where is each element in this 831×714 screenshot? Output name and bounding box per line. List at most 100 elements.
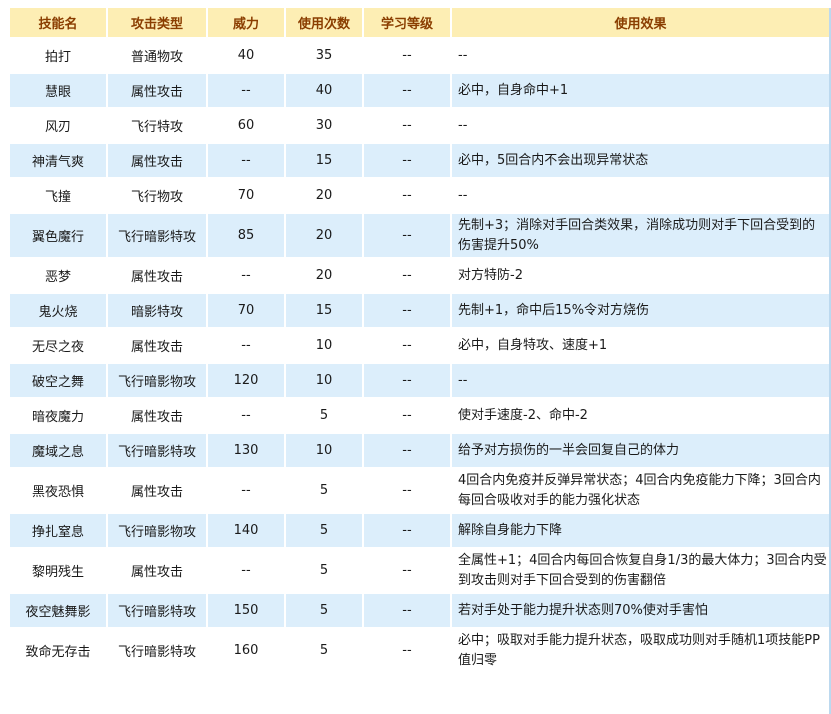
table-row: 神清气爽 属性攻击 -- 15 -- 必中，5回合内不会出现异常状态 [10,144,829,177]
effect-cell: -- [452,364,829,397]
learn-level-cell: -- [364,434,450,467]
effect-cell: 必中，自身特攻、速度+1 [452,329,829,362]
usage-count-cell: 10 [286,329,362,362]
power-cell: 70 [208,294,284,327]
table-row: 风刃 飞行特攻 60 30 -- -- [10,109,829,142]
effect-cell: 先制+3；消除对手回合类效果，消除成功则对手下回合受到的伤害提升50% [452,214,829,257]
attack-type-cell: 属性攻击 [108,74,206,107]
learn-level-cell: -- [364,629,450,672]
effect-cell: -- [452,179,829,212]
table-row: 拍打 普通物攻 40 35 -- -- [10,39,829,72]
usage-count-cell: 10 [286,364,362,397]
table-row: 致命无存击 飞行暗影特攻 160 5 -- 必中；吸取对手能力提升状态，吸取成功则对手随机… [10,629,829,672]
table-row: 翼色魔行 飞行暗影特攻 85 20 -- 先制+3；消除对手回合类效果，消除成功则对手下回… [10,214,829,257]
effect-cell: -- [452,109,829,142]
power-cell: 160 [208,629,284,672]
learn-level-cell: -- [364,179,450,212]
effect-cell: 若对手处于能力提升状态则70%使对手害怕 [452,594,829,627]
table-row: 魔域之息 飞行暗影特攻 130 10 -- 给予对方损伤的一半会回复自己的体力 [10,434,829,467]
power-cell: 140 [208,514,284,547]
skill-name-cell: 黑夜恐惧 [10,469,106,512]
learn-level-cell: -- [364,329,450,362]
power-cell: -- [208,329,284,362]
attack-type-cell: 属性攻击 [108,549,206,592]
usage-count-cell: 30 [286,109,362,142]
usage-count-cell: 5 [286,514,362,547]
header-power: 威力 [208,8,284,37]
effect-cell: 先制+1，命中后15%令对方烧伤 [452,294,829,327]
learn-level-cell: -- [364,144,450,177]
learn-level-cell: -- [364,74,450,107]
attack-type-cell: 飞行暗影物攻 [108,514,206,547]
skill-name-cell: 挣扎窒息 [10,514,106,547]
skill-name-cell: 暗夜魔力 [10,399,106,432]
usage-count-cell: 20 [286,259,362,292]
learn-level-cell: -- [364,594,450,627]
usage-count-cell: 40 [286,74,362,107]
effect-cell: 给予对方损伤的一半会回复自己的体力 [452,434,829,467]
attack-type-cell: 飞行暗影特攻 [108,214,206,257]
header-attack-type: 攻击类型 [108,8,206,37]
effect-cell: 全属性+1；4回合内每回合恢复自身1/3的最大体力；3回合内受到攻击则对手下回合… [452,549,829,592]
learn-level-cell: -- [364,469,450,512]
skill-name-cell: 飞撞 [10,179,106,212]
attack-type-cell: 属性攻击 [108,144,206,177]
learn-level-cell: -- [364,214,450,257]
power-cell: -- [208,469,284,512]
usage-count-cell: 5 [286,549,362,592]
attack-type-cell: 暗影特攻 [108,294,206,327]
power-cell: -- [208,74,284,107]
power-cell: -- [208,399,284,432]
learn-level-cell: -- [364,549,450,592]
header-skill-name: 技能名 [10,8,106,37]
power-cell: -- [208,549,284,592]
effect-cell: -- [452,39,829,72]
skill-name-cell: 黎明残生 [10,549,106,592]
attack-type-cell: 普通物攻 [108,39,206,72]
table-header-row: 技能名 攻击类型 威力 使用次数 学习等级 使用效果 [10,8,829,37]
usage-count-cell: 15 [286,144,362,177]
effect-cell: 对方特防-2 [452,259,829,292]
learn-level-cell: -- [364,514,450,547]
power-cell: 85 [208,214,284,257]
table-row: 慧眼 属性攻击 -- 40 -- 必中，自身命中+1 [10,74,829,107]
learn-level-cell: -- [364,399,450,432]
skill-name-cell: 风刃 [10,109,106,142]
usage-count-cell: 5 [286,594,362,627]
power-cell: -- [208,144,284,177]
power-cell: 70 [208,179,284,212]
usage-count-cell: 5 [286,629,362,672]
usage-count-cell: 20 [286,214,362,257]
header-effect: 使用效果 [452,8,829,37]
attack-type-cell: 属性攻击 [108,329,206,362]
usage-count-cell: 5 [286,399,362,432]
power-cell: -- [208,259,284,292]
effect-cell: 4回合内免疫并反弹异常状态；4回合内免疫能力下降；3回合内每回合吸收对手的能力强… [452,469,829,512]
table-row: 黑夜恐惧 属性攻击 -- 5 -- 4回合内免疫并反弹异常状态；4回合内免疫能力下降；3回… [10,469,829,512]
table-row: 暗夜魔力 属性攻击 -- 5 -- 使对手速度-2、命中-2 [10,399,829,432]
table-row: 挣扎窒息 飞行暗影物攻 140 5 -- 解除自身能力下降 [10,514,829,547]
table-row: 黎明残生 属性攻击 -- 5 -- 全属性+1；4回合内每回合恢复自身1/3的最大体力；3… [10,549,829,592]
usage-count-cell: 5 [286,469,362,512]
skill-name-cell: 致命无存击 [10,629,106,672]
learn-level-cell: -- [364,294,450,327]
header-learn-level: 学习等级 [364,8,450,37]
attack-type-cell: 属性攻击 [108,259,206,292]
usage-count-cell: 35 [286,39,362,72]
attack-type-cell: 飞行暗影物攻 [108,364,206,397]
skill-table-page: 技能名 攻击类型 威力 使用次数 学习等级 使用效果 拍打 普通物攻 40 35 -- -… [0,0,831,714]
table-row: 鬼火烧 暗影特攻 70 15 -- 先制+1，命中后15%令对方烧伤 [10,294,829,327]
effect-cell: 解除自身能力下降 [452,514,829,547]
skill-name-cell: 无尽之夜 [10,329,106,362]
skill-name-cell: 神清气爽 [10,144,106,177]
skill-name-cell: 鬼火烧 [10,294,106,327]
table-body: 拍打 普通物攻 40 35 -- -- 慧眼 属性攻击 -- 40 -- 必中，自身命中+1 风刃 飞行特… [10,39,829,672]
table-row: 破空之舞 飞行暗影物攻 120 10 -- -- [10,364,829,397]
usage-count-cell: 15 [286,294,362,327]
skill-name-cell: 魔域之息 [10,434,106,467]
power-cell: 150 [208,594,284,627]
header-usage-count: 使用次数 [286,8,362,37]
table-row: 夜空魅舞影 飞行暗影特攻 150 5 -- 若对手处于能力提升状态则70%使对手害怕 [10,594,829,627]
attack-type-cell: 飞行暗影特攻 [108,629,206,672]
skill-name-cell: 翼色魔行 [10,214,106,257]
